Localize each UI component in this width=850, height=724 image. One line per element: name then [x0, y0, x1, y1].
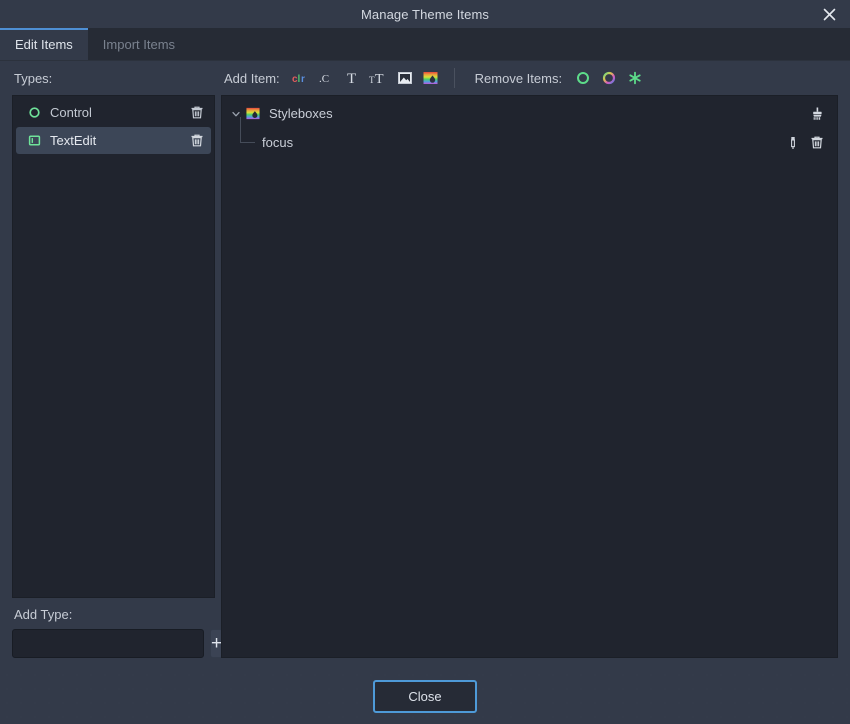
add-color-item-icon[interactable]: c l r [288, 66, 314, 90]
close-button[interactable]: Close [373, 680, 477, 713]
theme-items-tree[interactable]: Styleboxes focus [221, 95, 838, 658]
tree-row[interactable]: focus [222, 128, 837, 157]
pin-item-icon[interactable] [781, 131, 805, 155]
svg-text:T: T [347, 71, 356, 87]
types-label: Types: [14, 71, 214, 86]
type-row[interactable]: TextEdit [16, 127, 211, 154]
add-type-row: + [12, 629, 215, 668]
chevron-down-icon[interactable] [228, 109, 244, 119]
types-list[interactable]: Control [12, 95, 215, 598]
tree-guide-line [228, 128, 262, 157]
remove-all-items-icon[interactable] [622, 66, 648, 90]
remove-items-label: Remove Items: [475, 71, 562, 86]
tab-edit-items[interactable]: Edit Items [0, 28, 88, 61]
textedit-node-icon [25, 134, 43, 147]
tree-row-label: Styleboxes [269, 106, 333, 121]
manage-theme-items-dialog: Manage Theme Items Edit Items Import Ite… [0, 0, 850, 724]
panes-container: Control [0, 95, 850, 668]
tree-row-label: focus [262, 135, 293, 150]
trash-icon[interactable] [187, 103, 207, 123]
add-item-label: Add Item: [224, 71, 280, 86]
tree-row[interactable]: Styleboxes [222, 99, 837, 128]
type-label: TextEdit [50, 133, 187, 148]
trash-icon[interactable] [187, 131, 207, 151]
type-label: Control [50, 105, 187, 120]
remove-custom-items-icon[interactable] [596, 66, 622, 90]
delete-item-icon[interactable] [805, 131, 829, 155]
add-type-label: Add Type: [12, 598, 215, 629]
tab-edit-items-label: Edit Items [15, 37, 73, 52]
window-titlebar: Manage Theme Items [0, 0, 850, 28]
svg-text:r: r [301, 74, 305, 85]
edit-items-panel: Types: Add Item: c l r .C T [0, 61, 850, 668]
stylebox-icon [244, 106, 262, 121]
toolbar-separator [454, 68, 455, 88]
dialog-footer: Close [0, 668, 850, 724]
clear-styleboxes-icon[interactable] [805, 102, 829, 126]
tab-import-items-label: Import Items [103, 37, 175, 52]
dialog-tabbar: Edit Items Import Items [0, 28, 850, 61]
add-constant-item-icon[interactable]: .C [314, 66, 340, 90]
svg-text:T: T [375, 72, 384, 87]
items-toolbar: Types: Add Item: c l r .C T [0, 61, 850, 95]
tab-import-items[interactable]: Import Items [88, 28, 190, 61]
window-title: Manage Theme Items [361, 7, 489, 22]
add-type-input[interactable] [12, 629, 204, 658]
remove-class-items-icon[interactable] [570, 66, 596, 90]
type-row[interactable]: Control [16, 99, 211, 126]
add-stylebox-item-icon[interactable] [418, 66, 444, 90]
types-column: Control [12, 95, 215, 668]
control-node-icon [25, 106, 43, 119]
svg-text:.C: .C [319, 73, 329, 85]
close-window-icon[interactable] [816, 0, 842, 28]
add-font-size-item-icon[interactable]: T T [366, 66, 392, 90]
close-button-label: Close [408, 689, 441, 704]
add-texture-item-icon[interactable] [392, 66, 418, 90]
add-font-item-icon[interactable]: T [340, 66, 366, 90]
